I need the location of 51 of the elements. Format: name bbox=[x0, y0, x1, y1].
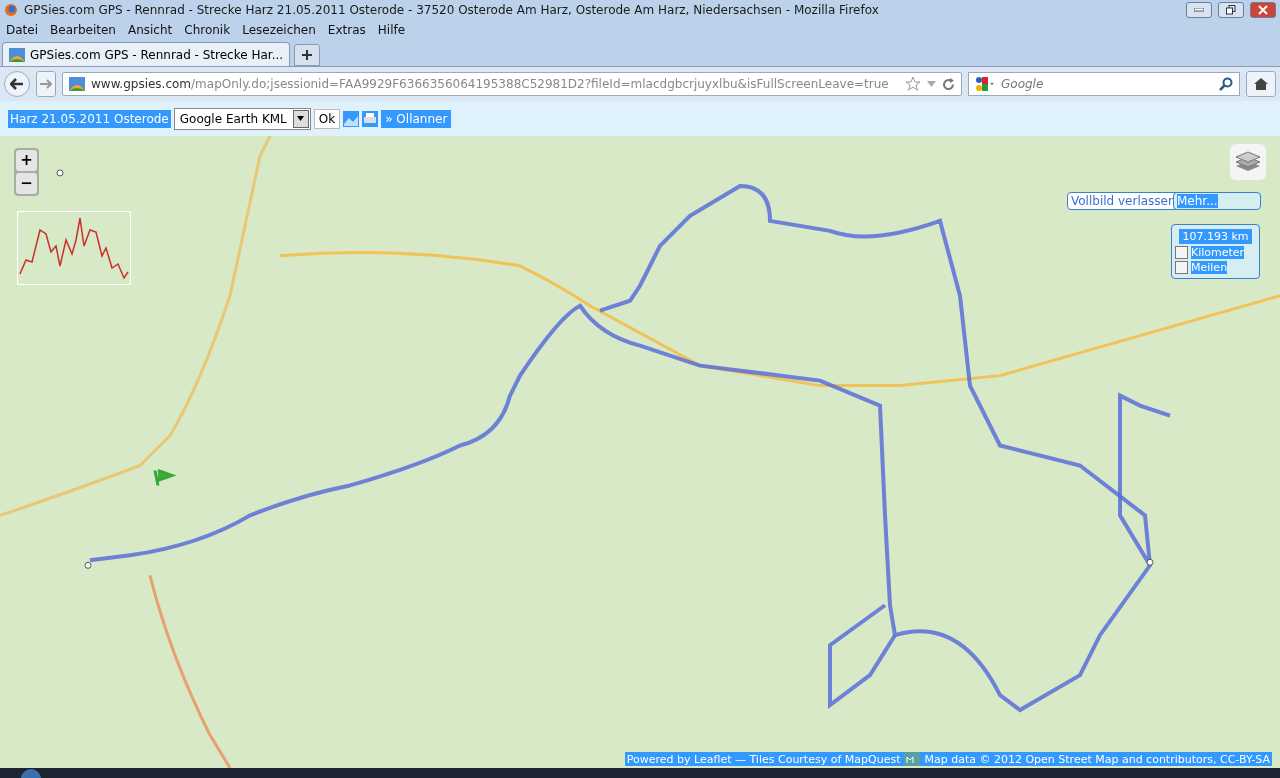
zoom-out-button[interactable]: − bbox=[16, 173, 37, 194]
menu-item[interactable]: Chronik bbox=[184, 23, 231, 37]
forward-arrow-icon bbox=[40, 79, 52, 89]
unit-checkbox[interactable] bbox=[1175, 261, 1188, 274]
menu-item[interactable]: Ansicht bbox=[127, 23, 173, 37]
menu-item[interactable]: Bearbeiten bbox=[50, 23, 116, 37]
browser-tab[interactable]: GPSies.com GPS - Rennrad - Strecke Har... bbox=[2, 42, 291, 66]
back-arrow-icon bbox=[10, 78, 24, 90]
site-icon bbox=[69, 77, 85, 91]
star-icon bbox=[905, 76, 921, 92]
firefox-icon bbox=[4, 3, 18, 17]
dropdown-arrow-icon bbox=[927, 81, 936, 87]
window-title: GPSies.com GPS - Rennrad - Strecke Harz 21.05.2011 Osterode - 37520 Osterode Am Harz, Osterode Am Harz, Niedersachsen - Mozilla Firefox bbox=[24, 3, 880, 17]
new-tab-button[interactable] bbox=[294, 44, 321, 66]
format-select[interactable]: Google Earth KML bbox=[173, 107, 311, 130]
unit-label: Meilen bbox=[1191, 261, 1228, 274]
tile-provider-icon bbox=[904, 752, 921, 766]
image-icon[interactable] bbox=[343, 110, 360, 127]
minimize-button[interactable] bbox=[1186, 2, 1212, 18]
search-bar[interactable]: Google bbox=[968, 72, 1240, 96]
close-button[interactable] bbox=[1250, 2, 1276, 18]
restore-button[interactable] bbox=[1218, 2, 1244, 18]
start-orb-icon bbox=[20, 768, 42, 778]
distance-value: 107.193 km bbox=[1179, 229, 1252, 244]
dropdown-arrow-icon bbox=[297, 116, 305, 121]
unit-checkbox[interactable] bbox=[1175, 246, 1188, 259]
attribution-text: Map data © 2012 Open Street Map and contributors, CC-BY-SA bbox=[924, 752, 1270, 766]
menu-item[interactable]: Hilfe bbox=[377, 23, 406, 37]
printer-icon[interactable] bbox=[362, 110, 379, 127]
site-icon bbox=[9, 47, 25, 62]
address-bar[interactable]: www.gpsies.com/mapOnly.do;jsessionid=FAA9929F6366356064195388C52981D2?fileId=mlacdgbcrjuyxlbu&isFullScreenLeave=true bbox=[62, 72, 962, 96]
menu-item[interactable]: Lesezeichen bbox=[242, 23, 316, 37]
minimize-icon bbox=[1194, 8, 1204, 12]
layers-button[interactable] bbox=[1230, 144, 1266, 180]
forward-button[interactable] bbox=[36, 71, 56, 97]
home-button[interactable] bbox=[1246, 71, 1276, 97]
menu-item[interactable]: Extras bbox=[327, 23, 366, 37]
home-icon bbox=[1253, 77, 1269, 91]
track-name: Harz 21.05.2011 Osterode bbox=[8, 109, 171, 128]
zoom-in-button[interactable]: + bbox=[16, 150, 37, 171]
ok-button[interactable]: Ok bbox=[313, 108, 341, 129]
reload-icon bbox=[942, 77, 955, 91]
attribution-text: Powered by Leaflet — Tiles Courtesy of MapQuest bbox=[626, 752, 901, 766]
search-engine-icon bbox=[975, 76, 995, 92]
back-button[interactable] bbox=[4, 71, 30, 97]
menu-item[interactable]: Datei bbox=[6, 23, 38, 37]
search-icon bbox=[1219, 77, 1233, 91]
restore-icon bbox=[1226, 5, 1236, 15]
unit-label: Kilometer bbox=[1191, 246, 1245, 259]
plus-icon bbox=[302, 50, 313, 60]
close-icon bbox=[1258, 5, 1268, 15]
